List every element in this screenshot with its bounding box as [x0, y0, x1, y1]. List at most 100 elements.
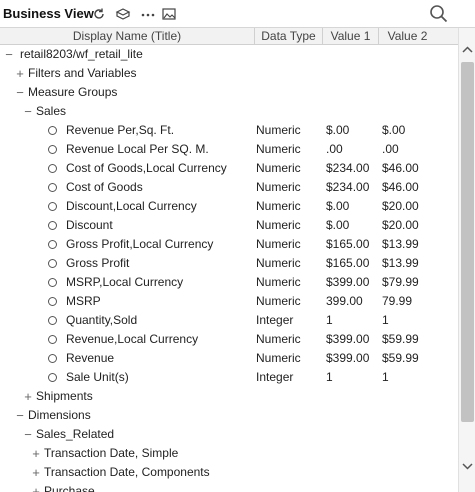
field-row[interactable]: Gross Profit,Local Currency Numeric $165.0…	[0, 235, 458, 254]
measure-field-icon	[48, 335, 57, 344]
tree-node-label: Transaction Date, Components	[44, 465, 210, 479]
expand-icon[interactable]: +	[23, 387, 33, 406]
tree-node[interactable]: − Dimensions	[0, 406, 458, 425]
field-value2: .00	[382, 142, 399, 156]
tree-node[interactable]: − Sales	[0, 102, 458, 121]
collapse-icon[interactable]: −	[15, 83, 25, 102]
scroll-up-icon[interactable]	[461, 44, 474, 56]
field-label: Cost of Goods,Local Currency	[66, 161, 227, 175]
title-bar: Business View	[0, 0, 475, 28]
refresh-icon[interactable]	[91, 6, 107, 22]
field-value2: $13.99	[382, 256, 419, 270]
field-data-type: Numeric	[256, 237, 301, 251]
column-value1[interactable]: Value 1	[322, 28, 378, 44]
field-value2: $13.99	[382, 237, 419, 251]
expand-icon[interactable]: +	[15, 64, 25, 83]
tree-node[interactable]: − Sales_Related	[0, 425, 458, 444]
field-value1: .00	[326, 142, 343, 156]
field-data-type: Numeric	[256, 142, 301, 156]
field-row[interactable]: MSRP Numeric 399.00 79.99	[0, 292, 458, 311]
tree-node[interactable]: + Purchase	[0, 482, 458, 492]
image-icon[interactable]	[161, 6, 177, 22]
measure-field-icon	[48, 221, 57, 230]
field-label: Gross Profit,Local Currency	[66, 237, 214, 251]
field-value2: $79.99	[382, 275, 419, 289]
column-value2[interactable]: Value 2	[378, 28, 436, 44]
field-value2: $59.99	[382, 351, 419, 365]
field-row[interactable]: Discount,Local Currency Numeric $.00 $20.00	[0, 197, 458, 216]
measure-field-icon	[48, 183, 57, 192]
measure-field-icon	[48, 126, 57, 135]
field-value2: $46.00	[382, 180, 419, 194]
field-value2: $20.00	[382, 199, 419, 213]
field-label: Revenue Per,Sq. Ft.	[66, 123, 175, 137]
search-icon[interactable]	[429, 4, 449, 24]
tree-node[interactable]: + Transaction Date, Simple	[0, 444, 458, 463]
field-row[interactable]: Gross Profit Numeric $165.00 $13.99	[0, 254, 458, 273]
field-value1: $234.00	[326, 161, 370, 175]
field-value1: $.00	[326, 218, 350, 232]
field-label: Cost of Goods	[66, 180, 143, 194]
field-label: Discount	[66, 218, 113, 232]
scroll-down-icon[interactable]	[461, 460, 474, 472]
field-value2: $46.00	[382, 161, 419, 175]
field-label: Revenue	[66, 351, 115, 365]
field-row[interactable]: Cost of Goods Numeric $234.00 $46.00	[0, 178, 458, 197]
field-label: Discount,Local Currency	[66, 199, 197, 213]
tree-node[interactable]: + Filters and Variables	[0, 64, 458, 83]
field-data-type: Numeric	[256, 275, 301, 289]
field-data-type: Integer	[256, 370, 294, 384]
field-label: Revenue Local Per SQ. M.	[66, 142, 209, 156]
package-icon[interactable]	[115, 6, 131, 22]
column-display-name[interactable]: Display Name (Title)	[0, 28, 254, 44]
field-value1: $.00	[326, 199, 350, 213]
tree-node[interactable]: + Transaction Date, Components	[0, 463, 458, 482]
panel-title: Business View	[3, 6, 94, 21]
tree-node-label: retail8203/wf_retail_lite	[20, 47, 143, 61]
field-value2: $20.00	[382, 218, 419, 232]
tree-node[interactable]: − retail8203/wf_retail_lite	[0, 45, 458, 64]
tree-node[interactable]: − Measure Groups	[0, 83, 458, 102]
tree-node-label: Purchase	[44, 484, 95, 492]
field-label: MSRP	[66, 294, 101, 308]
field-row[interactable]: Discount Numeric $.00 $20.00	[0, 216, 458, 235]
more-icon[interactable]	[140, 6, 156, 22]
column-header: Display Name (Title) Data Type Value 1 V…	[0, 28, 458, 45]
scrollbar-thumb[interactable]	[461, 62, 474, 422]
measure-field-icon	[48, 278, 57, 287]
field-label: MSRP,Local Currency	[66, 275, 184, 289]
field-data-type: Numeric	[256, 351, 301, 365]
field-data-type: Numeric	[256, 123, 301, 137]
field-value1: $399.00	[326, 332, 370, 346]
field-value1: 399.00	[326, 294, 363, 308]
collapse-icon[interactable]: −	[15, 406, 25, 425]
tree-node-label: Shipments	[36, 389, 93, 403]
field-row[interactable]: Revenue Numeric $399.00 $59.99	[0, 349, 458, 368]
field-row[interactable]: Revenue Local Per SQ. M. Numeric .00 .00	[0, 140, 458, 159]
vertical-scrollbar[interactable]	[458, 28, 475, 492]
column-data-type[interactable]: Data Type	[254, 28, 322, 44]
collapse-icon[interactable]: −	[4, 45, 14, 64]
field-value1: $234.00	[326, 180, 370, 194]
field-value1: $.00	[326, 123, 350, 137]
field-row[interactable]: Cost of Goods,Local Currency Numeric $234.…	[0, 159, 458, 178]
field-value2: 1	[382, 370, 389, 384]
field-data-type: Numeric	[256, 294, 301, 308]
measure-field-icon	[48, 202, 57, 211]
field-row[interactable]: Revenue Per,Sq. Ft. Numeric $.00 $.00	[0, 121, 458, 140]
field-value2: 1	[382, 313, 389, 327]
field-row[interactable]: Revenue,Local Currency Numeric $399.00 $59.…	[0, 330, 458, 349]
field-data-type: Numeric	[256, 218, 301, 232]
collapse-icon[interactable]: −	[23, 425, 33, 444]
field-row[interactable]: Quantity,Sold Integer 1 1	[0, 311, 458, 330]
field-row[interactable]: MSRP,Local Currency Numeric $399.00 $79.99	[0, 273, 458, 292]
field-value2: $.00	[382, 123, 406, 137]
expand-icon[interactable]: +	[31, 482, 41, 492]
expand-icon[interactable]: +	[31, 444, 41, 463]
field-data-type: Numeric	[256, 161, 301, 175]
field-row[interactable]: Sale Unit(s) Integer 1 1	[0, 368, 458, 387]
tree-node[interactable]: + Shipments	[0, 387, 458, 406]
measure-field-icon	[48, 145, 57, 154]
collapse-icon[interactable]: −	[23, 102, 33, 121]
expand-icon[interactable]: +	[31, 463, 41, 482]
